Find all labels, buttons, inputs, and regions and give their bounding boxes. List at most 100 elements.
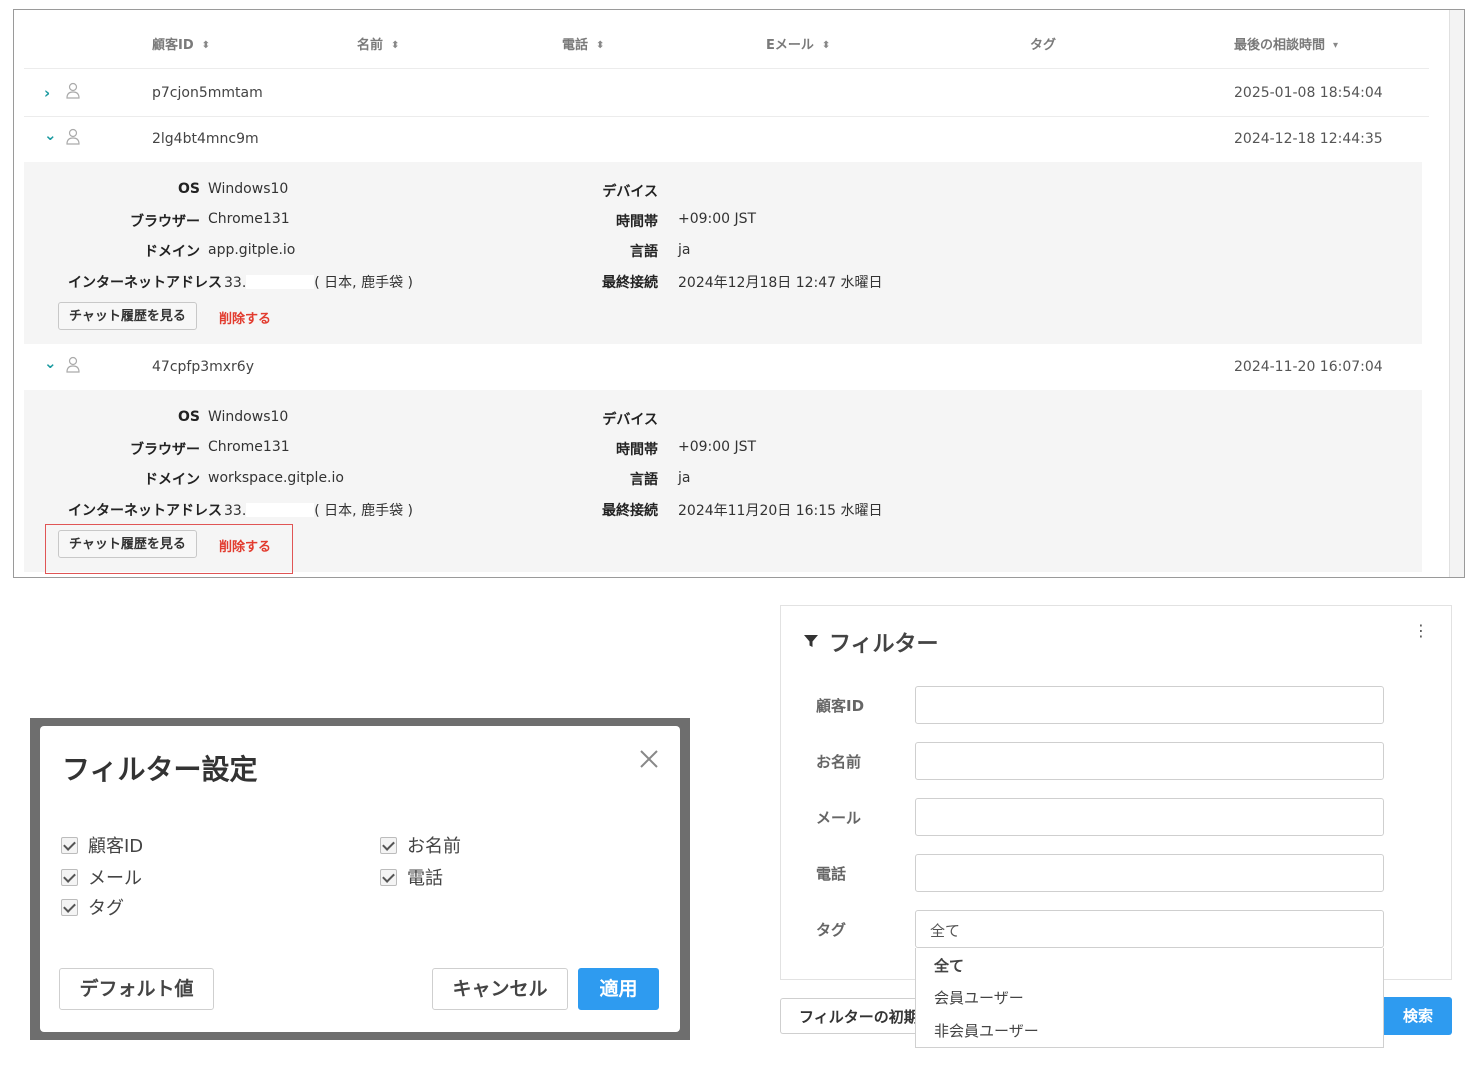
search-button[interactable]: 検索 xyxy=(1384,997,1452,1035)
user-icon xyxy=(66,128,80,145)
chevron-down-icon[interactable]: ⌄ xyxy=(44,126,57,144)
filter-settings-dialog: フィルター設定 顧客ID お名前 メール 電話 タグ デフォルト値 キャンセル … xyxy=(40,726,680,1032)
domain-label: ドメイン xyxy=(144,244,200,260)
timezone-label: 時間帯 xyxy=(616,214,658,230)
checkbox-name[interactable]: お名前 xyxy=(380,832,461,858)
header-label: 顧客ID xyxy=(152,38,194,53)
sort-icon: ⬍ xyxy=(821,40,831,51)
checkbox-checked-icon[interactable] xyxy=(380,836,397,854)
close-icon[interactable] xyxy=(638,748,660,770)
table-row[interactable]: ⌄ 2lg4bt4mnc9m 2024-12-18 12:44:35 xyxy=(24,116,1429,162)
checkbox-tag[interactable]: タグ xyxy=(61,894,124,920)
checkbox-label: タグ xyxy=(88,898,124,919)
column-header-customer-id[interactable]: 顧客ID ⬍ xyxy=(152,34,210,53)
dialog-title: フィルター設定 xyxy=(62,753,258,786)
table-row[interactable]: › p7cjon5mmtam 2025-01-08 18:54:04 xyxy=(24,70,1429,116)
timezone-value: +09:00 JST xyxy=(678,439,757,455)
customer-detail-panel: OS Windows10 ブラウザー Chrome131 ドメイン app.gi… xyxy=(24,162,1422,344)
reset-filter-label: フィルターの初期化 xyxy=(799,1008,916,1026)
last-consult-time: 2024-12-18 12:44:35 xyxy=(1234,131,1383,147)
filter-label-tag: タグ xyxy=(816,921,847,939)
checkbox-checked-icon[interactable] xyxy=(61,836,78,854)
ip-location: ( 日本, 鹿手袋 ) xyxy=(314,275,413,291)
timezone-value: +09:00 JST xyxy=(678,211,757,227)
last-connection-value: 2024年12月18日 12:47 水曜日 xyxy=(678,275,883,291)
checkbox-phone[interactable]: 電話 xyxy=(380,864,443,890)
highlight-annotation-box xyxy=(45,524,293,574)
chevron-right-icon[interactable]: › xyxy=(44,84,50,102)
name-input[interactable] xyxy=(915,742,1384,780)
checkbox-checked-icon[interactable] xyxy=(61,868,78,886)
reset-filter-button[interactable]: フィルターの初期化 xyxy=(780,998,916,1034)
column-header-tag: タグ xyxy=(1030,34,1056,53)
dropdown-option-all[interactable]: 全て xyxy=(934,955,964,976)
delete-button[interactable]: 削除する xyxy=(219,308,271,327)
ip-redacted xyxy=(246,503,315,517)
column-header-last-consult-time[interactable]: 最後の相談時間 ▾ xyxy=(1234,34,1338,53)
dropdown-option-member[interactable]: 会員ユーザー xyxy=(934,987,1024,1008)
filter-label-customer-id: 顧客ID xyxy=(816,697,865,715)
filter-label-name: お名前 xyxy=(816,753,862,771)
ip-label: インターネットアドレス xyxy=(68,275,222,291)
dropdown-option-non-member[interactable]: 非会員ユーザー xyxy=(934,1020,1039,1041)
sort-icon: ⬍ xyxy=(201,40,211,51)
os-label: OS xyxy=(178,409,200,425)
browser-label: ブラウザー xyxy=(130,214,200,230)
kebab-menu-icon[interactable]: ⋮ xyxy=(1413,623,1429,639)
column-header-name[interactable]: 名前 ⬍ xyxy=(357,34,399,53)
column-header-email[interactable]: Eメール ⬍ xyxy=(766,34,830,53)
ip-label: インターネットアドレス xyxy=(68,503,222,519)
header-label: 名前 xyxy=(357,38,384,53)
checkbox-label: お名前 xyxy=(407,836,461,857)
ip-redacted xyxy=(246,275,315,289)
checkbox-customer-id[interactable]: 顧客ID xyxy=(61,832,143,858)
language-label: 言語 xyxy=(630,244,658,260)
header-divider xyxy=(24,68,1429,69)
tag-select[interactable]: 全て xyxy=(915,910,1384,948)
domain-label: ドメイン xyxy=(144,472,200,488)
view-chat-history-button[interactable]: チャット履歴を見る xyxy=(58,302,197,330)
checkbox-checked-icon[interactable] xyxy=(61,898,78,916)
last-consult-time: 2024-11-20 16:07:04 xyxy=(1234,359,1383,375)
user-icon xyxy=(66,356,80,373)
filter-label-phone: 電話 xyxy=(816,865,847,883)
language-label: 言語 xyxy=(630,472,658,488)
language-value: ja xyxy=(678,242,691,258)
table-row[interactable]: ⌄ 47cpfp3mxr6y 2024-11-20 16:07:04 xyxy=(24,344,1429,390)
tag-select-value: 全て xyxy=(930,922,961,940)
header-label: 最後の相談時間 xyxy=(1234,38,1326,53)
last-connection-value: 2024年11月20日 16:15 水曜日 xyxy=(678,503,883,519)
email-input[interactable] xyxy=(915,798,1384,836)
sort-desc-icon: ▾ xyxy=(1333,40,1339,51)
checkbox-label: メール xyxy=(88,868,142,889)
customer-id: p7cjon5mmtam xyxy=(152,85,263,101)
cancel-button[interactable]: キャンセル xyxy=(432,968,568,1010)
sort-icon: ⬍ xyxy=(391,40,400,51)
checkbox-label: 顧客ID xyxy=(88,836,144,857)
phone-input[interactable] xyxy=(915,854,1384,892)
device-label: デバイス xyxy=(602,412,658,428)
header-label: 電話 xyxy=(562,38,589,53)
ip-prefix: 33. xyxy=(224,503,247,519)
checkbox-checked-icon[interactable] xyxy=(380,868,397,886)
browser-value: Chrome131 xyxy=(208,439,290,455)
language-value: ja xyxy=(678,470,691,486)
os-value: Windows10 xyxy=(208,181,289,197)
ip-location: ( 日本, 鹿手袋 ) xyxy=(314,503,413,519)
checkbox-label: 電話 xyxy=(407,868,443,889)
customer-id-input[interactable] xyxy=(915,686,1384,724)
vertical-scrollbar[interactable] xyxy=(1449,10,1464,577)
browser-value: Chrome131 xyxy=(208,211,290,227)
customer-table-panel: 顧客ID ⬍ 名前 ⬍ 電話 ⬍ Eメール ⬍ タグ 最後の相談時間 ▾ › p7cjon… xyxy=(13,9,1465,578)
device-label: デバイス xyxy=(602,184,658,200)
filter-panel: フィルター ⋮ 顧客ID お名前 メール 電話 タグ 全て xyxy=(780,605,1452,980)
column-header-phone[interactable]: 電話 ⬍ xyxy=(562,34,604,53)
domain-value: workspace.gitple.io xyxy=(208,470,344,486)
default-values-button[interactable]: デフォルト値 xyxy=(59,968,214,1010)
tag-dropdown-menu: 全て 会員ユーザー 非会員ユーザー xyxy=(915,948,1384,1048)
filter-title: フィルター xyxy=(829,632,939,657)
os-label: OS xyxy=(178,181,200,197)
chevron-down-icon[interactable]: ⌄ xyxy=(44,354,57,372)
apply-button[interactable]: 適用 xyxy=(578,968,659,1010)
checkbox-email[interactable]: メール xyxy=(61,864,142,890)
